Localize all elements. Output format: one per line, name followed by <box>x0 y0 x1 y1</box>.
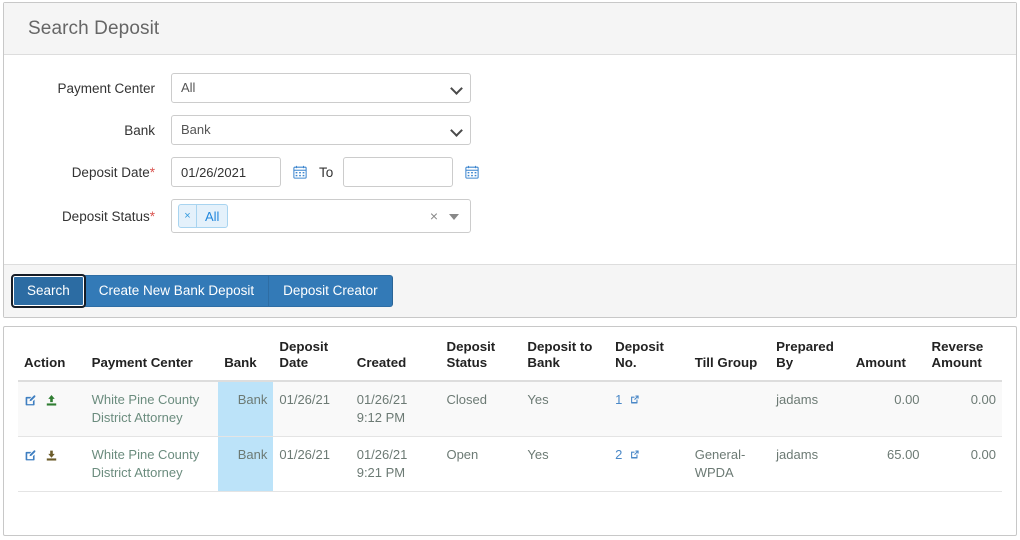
cell-bank: Bank <box>218 381 274 437</box>
col-header-deposit-to-bank: Deposit to Bank <box>521 333 610 382</box>
col-header-amount: Amount <box>849 333 926 382</box>
required-asterisk: * <box>149 164 155 180</box>
deposit-no-value: 2 <box>615 447 623 462</box>
cell-created: 01/26/21 9:21 PM <box>350 436 441 492</box>
upload-icon-button[interactable] <box>45 394 58 407</box>
cell-reverse-amount: 0.00 <box>925 381 1002 437</box>
cell-till-group <box>688 381 771 437</box>
cell-deposit-date: 01/26/21 <box>273 436 351 492</box>
calendar-icon <box>465 165 479 179</box>
payment-center-link[interactable]: White Pine County District Attorney <box>92 392 200 425</box>
caret-down-icon[interactable] <box>449 214 459 220</box>
payment-center-label: Payment Center <box>57 80 155 96</box>
cell-action <box>18 381 86 437</box>
create-new-bank-deposit-button[interactable]: Create New Bank Deposit <box>83 275 270 307</box>
form-row-bank: Bank Bank <box>4 115 1016 145</box>
deposit-status-multiselect[interactable]: × All × <box>171 199 471 233</box>
col-header-deposit-no: Deposit No. <box>609 333 689 382</box>
deposit-no-value: 1 <box>615 392 623 407</box>
upload-icon <box>46 395 56 406</box>
results-table-head: Action Payment Center Bank Deposit Date … <box>18 333 1002 382</box>
payment-center-select[interactable]: All <box>171 73 471 103</box>
col-header-till-group: Till Group <box>688 333 771 382</box>
payment-center-select-wrap: All <box>171 73 471 103</box>
search-deposit-panel: Search Deposit Payment Center All Bank B… <box>3 2 1017 318</box>
search-panel-footer: Search Create New Bank Deposit Deposit C… <box>4 264 1016 317</box>
col-header-created: Created <box>350 333 441 382</box>
cell-deposit-date: 01/26/21 <box>273 381 351 437</box>
deposit-creator-button[interactable]: Deposit Creator <box>268 275 393 307</box>
search-form: Payment Center All Bank Bank Deposit Dat… <box>4 55 1016 264</box>
deposit-date-label-text: Deposit Date <box>71 164 150 180</box>
cell-deposit-to-bank: Yes <box>521 381 610 437</box>
cell-prepared-by: jadams <box>770 381 850 437</box>
deposit-no-link[interactable]: 1 <box>615 392 640 407</box>
cell-payment-center: White Pine County District Attorney <box>85 381 219 437</box>
bank-select[interactable]: Bank <box>171 115 471 145</box>
tag-remove-icon[interactable]: × <box>179 205 197 227</box>
calendar-icon <box>293 165 307 179</box>
cell-reverse-amount: 0.00 <box>925 436 1002 492</box>
action-button-group: Search Create New Bank Deposit Deposit C… <box>11 274 393 308</box>
panel-header: Search Deposit <box>4 3 1016 55</box>
calendar-icon-from[interactable] <box>287 157 313 187</box>
cell-prepared-by: jadams <box>770 436 850 492</box>
edit-icon-button[interactable] <box>24 394 37 407</box>
cell-created: 01/26/21 9:12 PM <box>350 381 441 437</box>
external-link-icon <box>631 450 639 459</box>
col-header-payment-center: Payment Center <box>85 333 219 382</box>
edit-icon <box>25 450 36 461</box>
form-row-deposit-date: Deposit Date* 01/26/2021 To <box>4 157 1016 187</box>
cell-payment-center: White Pine County District Attorney <box>85 436 219 492</box>
col-header-deposit-date: Deposit Date <box>273 333 351 382</box>
cell-deposit-no: 2 <box>609 436 689 492</box>
results-table-body: White Pine County District Attorney Bank… <box>18 381 1002 492</box>
cell-deposit-status: Open <box>440 436 522 492</box>
deposit-status-tag: × All <box>178 204 229 228</box>
deposit-status-tag-label: All <box>205 208 220 224</box>
col-header-prepared-by: Prepared By <box>770 333 850 382</box>
cell-deposit-status: Closed <box>440 381 522 437</box>
external-link-icon <box>631 395 639 404</box>
bank-select-wrap: Bank <box>171 115 471 145</box>
table-row: White Pine County District Attorney Bank… <box>18 436 1002 492</box>
col-header-bank: Bank <box>218 333 274 382</box>
cell-amount: 65.00 <box>849 436 926 492</box>
form-row-payment-center: Payment Center All <box>4 73 1016 103</box>
cell-deposit-no: 1 <box>609 381 689 437</box>
table-row: White Pine County District Attorney Bank… <box>18 381 1002 437</box>
download-icon <box>46 450 56 461</box>
cell-till-group: General-WPDA <box>688 436 771 492</box>
col-header-action: Action <box>18 333 86 382</box>
edit-icon <box>25 395 36 406</box>
deposit-results-table: Action Payment Center Bank Deposit Date … <box>18 333 1002 492</box>
required-asterisk: * <box>149 208 155 224</box>
deposit-no-link[interactable]: 2 <box>615 447 640 462</box>
calendar-icon-to[interactable] <box>459 157 485 187</box>
clear-selection-icon[interactable]: × <box>430 208 438 224</box>
deposit-date-label: Deposit Date* <box>4 165 171 180</box>
edit-icon-button[interactable] <box>24 449 37 462</box>
deposit-date-from-input[interactable] <box>171 157 281 187</box>
results-panel: Action Payment Center Bank Deposit Date … <box>3 326 1017 536</box>
search-button[interactable]: Search <box>11 274 86 308</box>
cell-deposit-to-bank: Yes <box>521 436 610 492</box>
deposit-date-to-input[interactable] <box>343 157 454 187</box>
col-header-reverse-amount: Reverse Amount <box>925 333 1002 382</box>
col-header-deposit-status: Deposit Status <box>440 333 522 382</box>
deposit-status-label: Deposit Status* <box>4 209 171 224</box>
cell-amount: 0.00 <box>849 381 926 437</box>
payment-center-link[interactable]: White Pine County District Attorney <box>92 447 200 480</box>
form-row-deposit-status: Deposit Status* × All × <box>4 199 1016 233</box>
date-range-to-label: To <box>319 164 334 180</box>
page-title: Search Deposit <box>28 17 160 39</box>
bank-label: Bank <box>124 122 155 138</box>
results-table-wrap: Action Payment Center Bank Deposit Date … <box>4 327 1016 492</box>
deposit-status-label-text: Deposit Status <box>61 208 150 224</box>
page-root: Search Deposit Payment Center All Bank B… <box>0 0 1020 540</box>
download-icon-button[interactable] <box>45 449 58 462</box>
table-header-row: Action Payment Center Bank Deposit Date … <box>18 333 1002 382</box>
cell-bank: Bank <box>218 436 274 492</box>
cell-action <box>18 436 86 492</box>
